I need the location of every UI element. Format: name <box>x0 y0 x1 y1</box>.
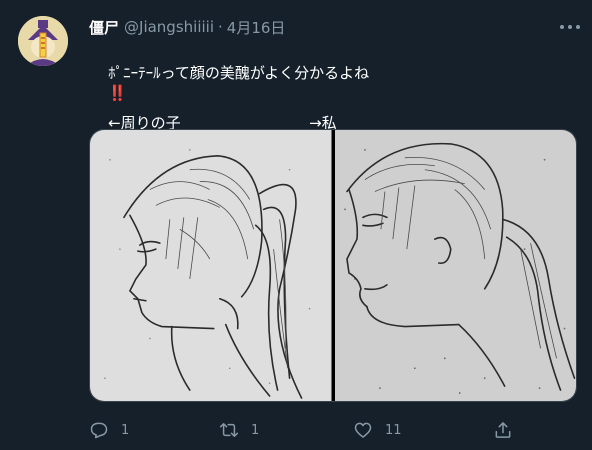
tweet[interactable]: 僵尸 @Jiangshiiiii · 4月16日 ﾎﾟﾆｰﾃｰﾙって顔の美醜がよ… <box>0 0 592 450</box>
avatar-image-icon <box>18 16 68 66</box>
like-count: 11 <box>385 422 402 438</box>
user-handle[interactable]: @Jiangshiiiii <box>124 18 214 36</box>
like-icon <box>354 422 372 438</box>
tweet-header: 僵尸 @Jiangshiiiii · 4月16日 <box>89 15 285 39</box>
tweet-text-body: ﾎﾟﾆｰﾃｰﾙって顔の美醜がよく分かるよね <box>108 64 370 82</box>
like-button[interactable]: 11 <box>353 418 402 442</box>
share-button[interactable] <box>493 418 525 442</box>
retweet-button[interactable]: 1 <box>219 418 259 442</box>
more-dot-3 <box>576 25 580 29</box>
more-dot-1 <box>560 25 564 29</box>
share-icon <box>495 422 511 438</box>
retweet-count: 1 <box>251 422 260 438</box>
reply-button[interactable]: 1 <box>89 418 129 442</box>
photo-left[interactable] <box>90 130 332 401</box>
display-name[interactable]: 僵尸 <box>89 17 119 38</box>
tweet-actions: 1 1 11 <box>89 418 529 442</box>
tweet-date[interactable]: 4月16日 <box>227 17 286 38</box>
retweet-icon <box>219 423 239 437</box>
media-grid <box>89 129 577 402</box>
more-options-icon[interactable] <box>560 18 580 36</box>
reply-count: 1 <box>121 422 130 438</box>
reply-icon <box>90 422 108 439</box>
header-separator: · <box>218 18 223 36</box>
sketch-girl-icon <box>90 130 332 401</box>
sketch-self-icon <box>334 130 576 401</box>
avatar[interactable] <box>18 16 68 66</box>
more-dot-2 <box>568 25 572 29</box>
photo-right[interactable] <box>334 130 576 401</box>
